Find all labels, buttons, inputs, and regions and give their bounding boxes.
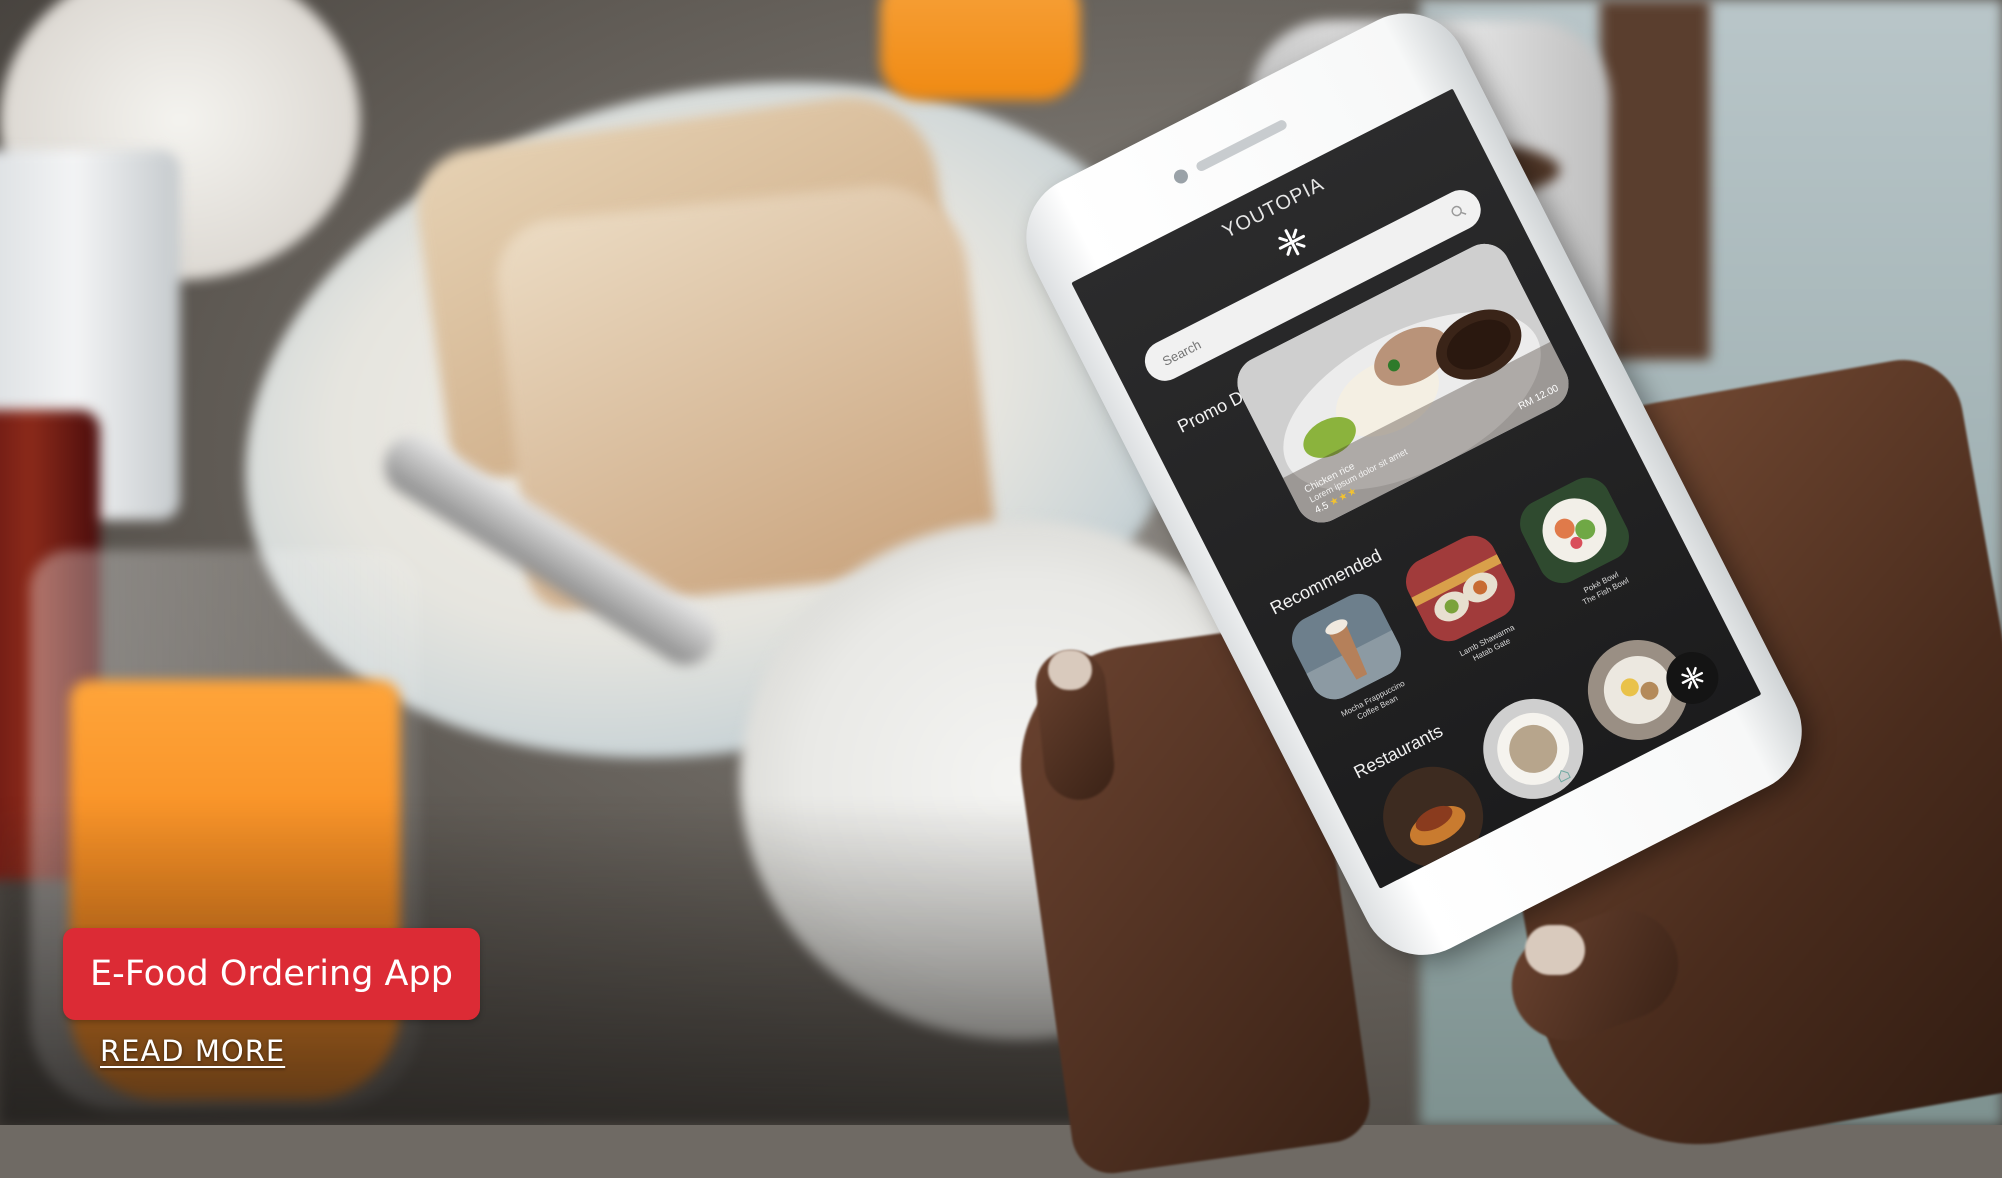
e-food-ordering-app-button[interactable]: E-Food Ordering App	[63, 928, 480, 1020]
youtopia-logo-icon	[1278, 228, 1306, 256]
recommended-item[interactable]: Pokè Bowl The Fish Bowl	[1511, 469, 1651, 618]
read-more-link[interactable]: READ MORE	[100, 1034, 285, 1068]
restaurant-thumbnail[interactable]	[1465, 681, 1601, 817]
recommended-item[interactable]: Mocha Frappuccino Coffee Bean	[1283, 585, 1423, 735]
juice-glass-top	[880, 0, 1080, 100]
fingernail	[1525, 925, 1585, 975]
wooden-frame	[1600, 0, 1710, 360]
fingernail	[1048, 650, 1092, 690]
earpiece	[1194, 118, 1289, 173]
recommended-item[interactable]: Lamb Shawarma Hatab Gate	[1397, 527, 1537, 676]
front-camera	[1171, 167, 1191, 186]
search-icon[interactable]	[1449, 202, 1468, 221]
youtopia-logo-icon	[1681, 666, 1704, 690]
